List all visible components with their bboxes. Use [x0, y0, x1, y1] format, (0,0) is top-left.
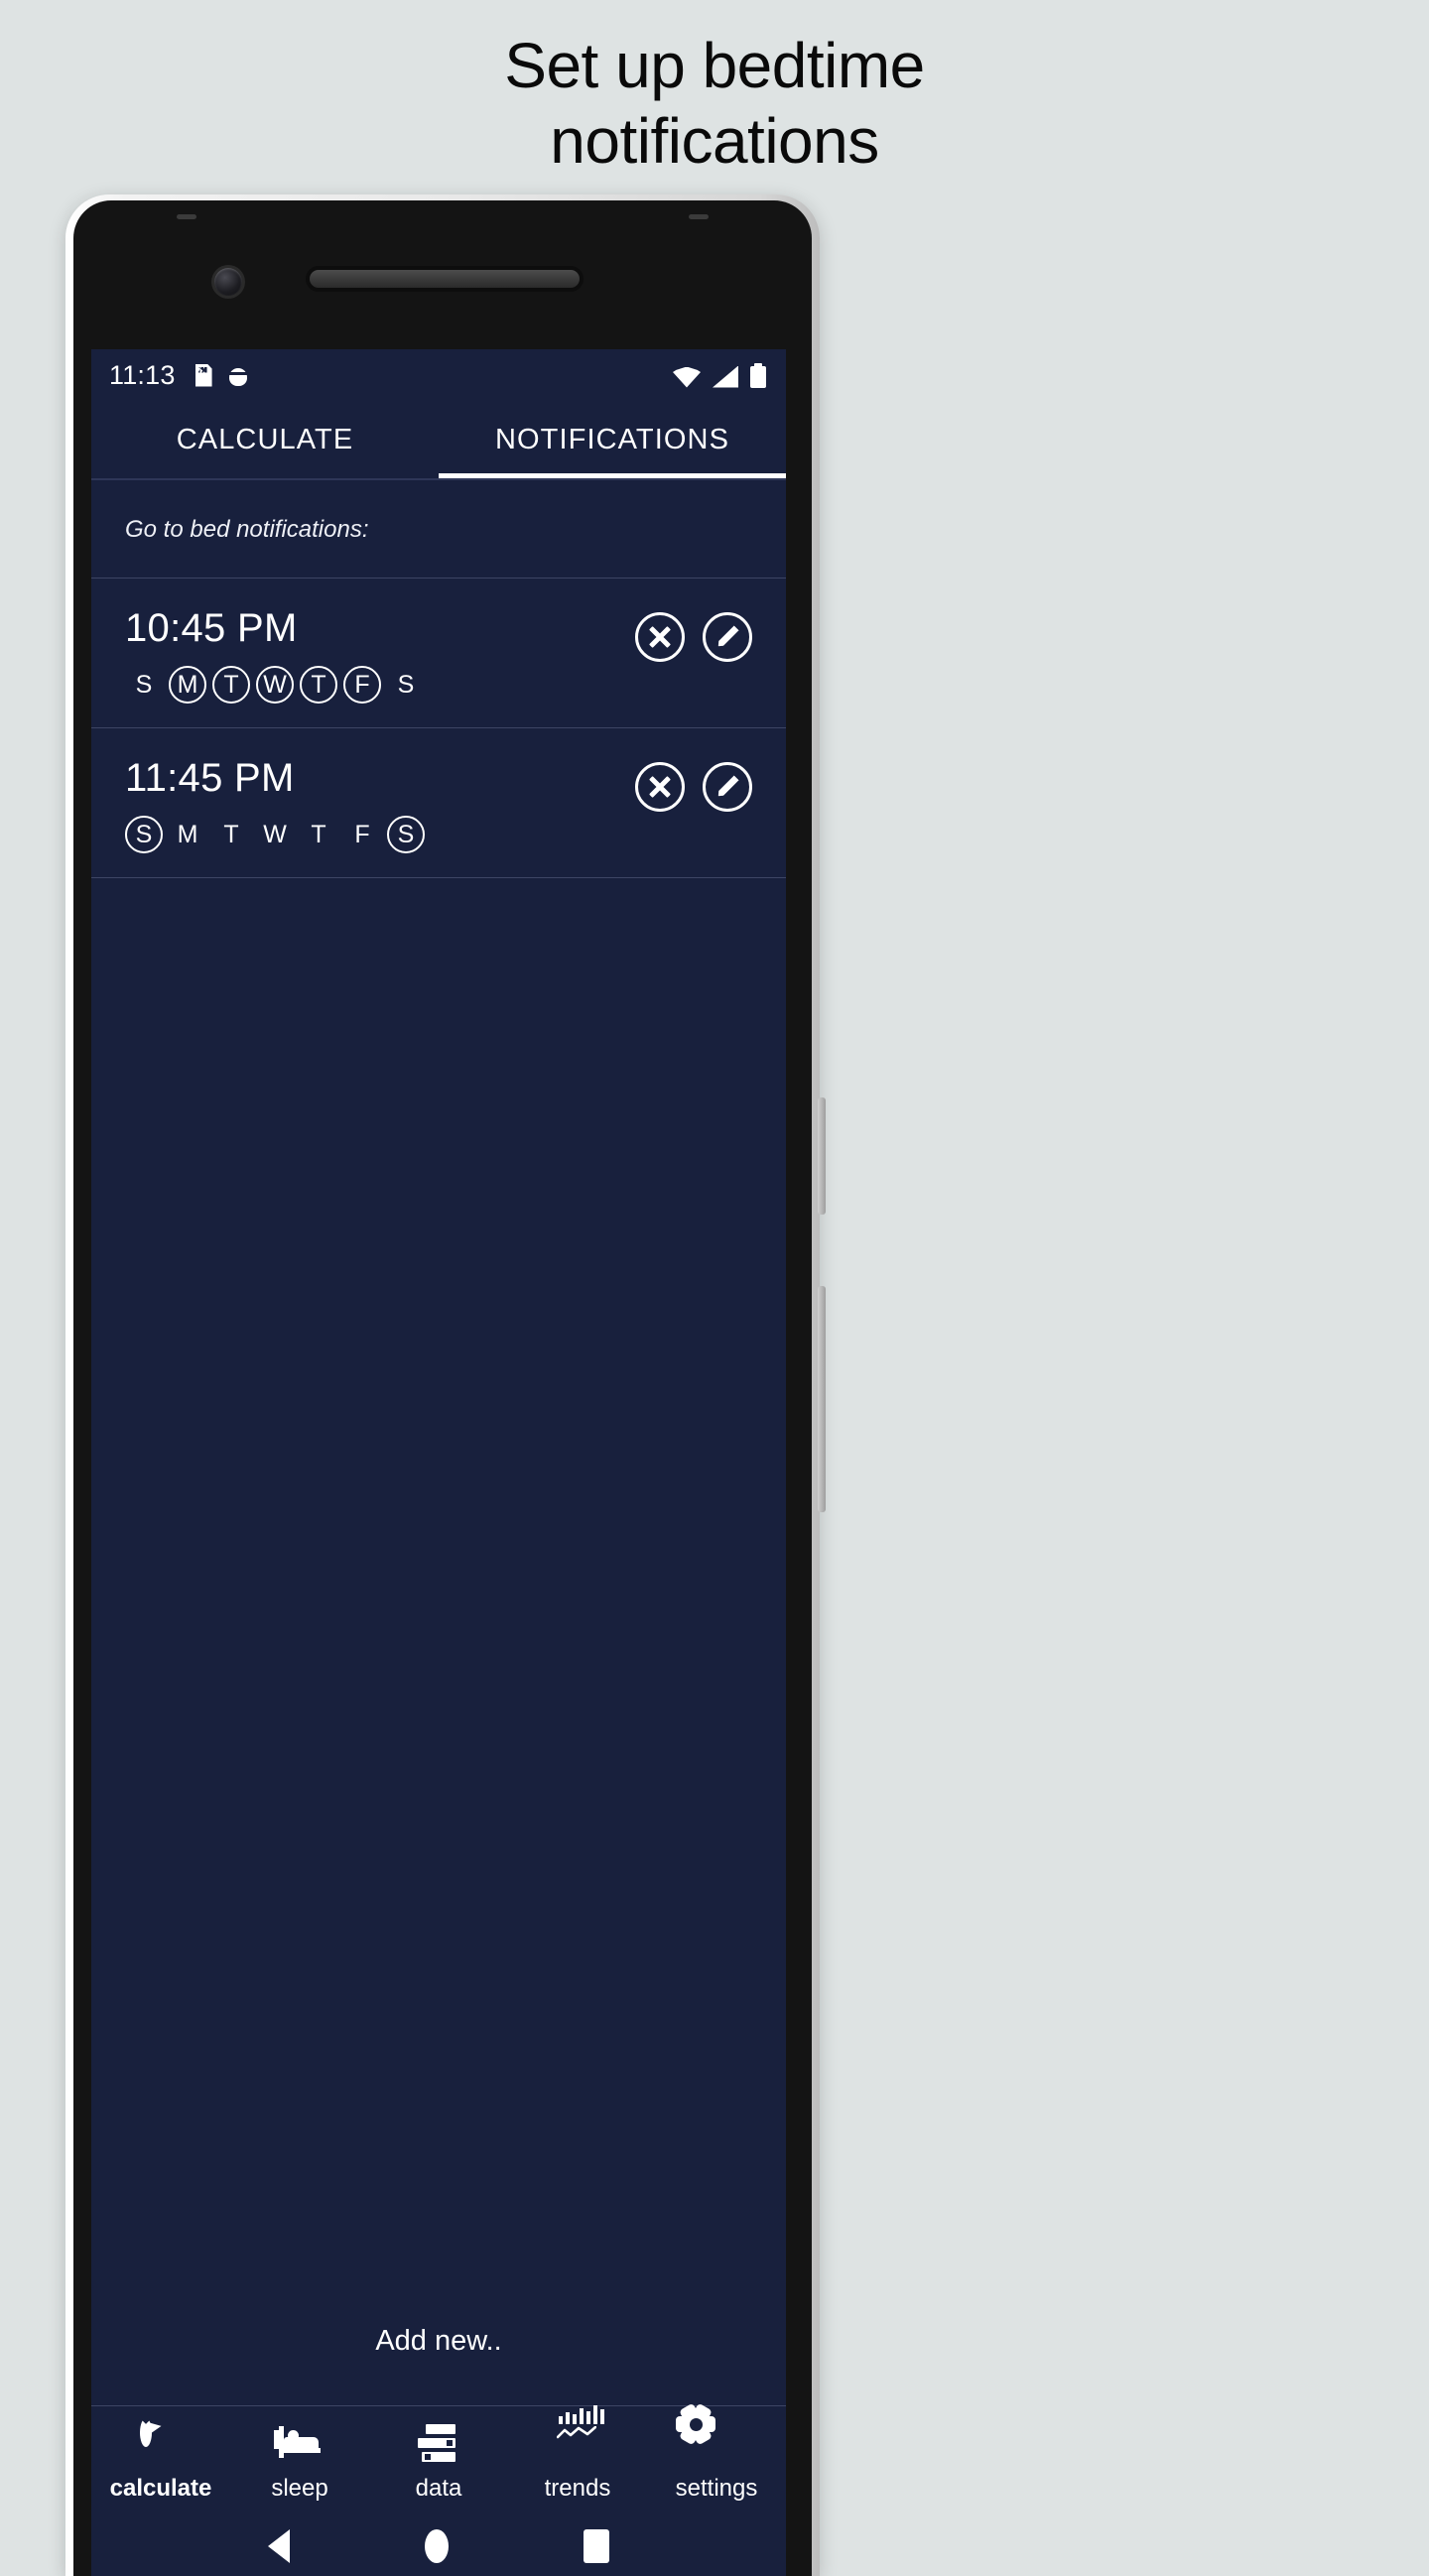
nav-item-calculate[interactable]: calculate	[91, 2418, 230, 2503]
cellular-signal-icon	[713, 365, 738, 388]
alarm-day[interactable]: W	[256, 666, 294, 704]
alarm-day[interactable]: T	[212, 816, 250, 853]
alarm-day[interactable]: S	[387, 816, 425, 853]
bottom-navigation: calculate sleep data trends settings	[91, 2402, 786, 2516]
tab-bar: CALCULATE NOTIFICATIONS	[91, 401, 786, 478]
status-bar-time: 11:13	[109, 359, 176, 390]
home-button[interactable]	[425, 2529, 449, 2563]
alarm-row[interactable]: 11:45 PM S M T W T F S	[91, 728, 786, 878]
status-bar: 11:13	[91, 349, 786, 401]
tab-active-indicator	[439, 473, 786, 478]
power-button[interactable]	[818, 1097, 826, 1215]
battery-icon	[750, 362, 766, 388]
nav-item-data[interactable]: data	[369, 2424, 508, 2503]
recents-button[interactable]	[584, 2529, 609, 2563]
alarm-day[interactable]: T	[300, 666, 337, 704]
nav-item-settings[interactable]: settings	[647, 2402, 786, 2503]
nav-label-settings: settings	[675, 2475, 758, 2502]
volume-button[interactable]	[818, 1286, 826, 1512]
phone-screen: 11:13 CALCULATE NOTIFICATIONS Go to bed …	[91, 349, 786, 2576]
delete-alarm-button[interactable]	[635, 762, 685, 812]
phone-mockup: 11:13 CALCULATE NOTIFICATIONS Go to bed …	[65, 194, 826, 2576]
page-title: Set up bedtime notifications	[0, 0, 1429, 179]
alarm-actions	[635, 612, 752, 662]
android-debug-icon	[227, 364, 248, 386]
tab-notifications-label: NOTIFICATIONS	[494, 423, 730, 455]
page-title-line-2: notifications	[550, 105, 879, 177]
edit-alarm-button[interactable]	[703, 762, 752, 812]
trend-line-icon	[557, 2426, 596, 2439]
tab-calculate[interactable]: CALCULATE	[91, 401, 439, 478]
sd-card-icon	[195, 364, 212, 387]
nav-label-trends: trends	[544, 2475, 611, 2502]
nav-label-calculate: calculate	[109, 2475, 212, 2502]
nav-label-sleep: sleep	[271, 2475, 328, 2502]
status-bar-left-icons	[195, 364, 248, 387]
add-new-button[interactable]: Add new..	[91, 2307, 786, 2405]
alarm-row[interactable]: 10:45 PM S M T W T F S	[91, 579, 786, 728]
alarm-day[interactable]: M	[169, 816, 206, 853]
alarm-day-selector[interactable]: S M T W T F S	[125, 666, 756, 704]
alarm-day[interactable]: F	[343, 816, 381, 853]
alarm-day[interactable]: S	[125, 666, 163, 704]
page-title-line-1: Set up bedtime	[504, 30, 925, 101]
alarm-actions	[635, 762, 752, 812]
earpiece-speaker-icon	[310, 270, 580, 288]
gear-icon	[676, 2402, 737, 2466]
alarm-day[interactable]: T	[212, 666, 250, 704]
status-bar-right-icons	[673, 362, 766, 388]
pencil-icon	[715, 625, 738, 648]
tab-calculate-label: CALCULATE	[176, 423, 354, 455]
bed-icon	[274, 2424, 321, 2466]
alarm-day[interactable]: T	[300, 816, 337, 853]
pencil-icon	[715, 775, 738, 798]
alarm-day[interactable]: M	[169, 666, 206, 704]
edit-alarm-button[interactable]	[703, 612, 752, 662]
empty-list-area	[91, 878, 786, 2307]
section-label: Go to bed notifications:	[91, 480, 786, 579]
alarm-day-selector[interactable]: S M T W T F S	[125, 816, 756, 853]
sensor-right-icon	[689, 214, 709, 219]
sensor-left-icon	[177, 214, 196, 219]
nav-item-sleep[interactable]: sleep	[230, 2424, 369, 2503]
wifi-icon	[673, 366, 701, 388]
alarm-day[interactable]: S	[125, 816, 163, 853]
list-icon	[418, 2424, 459, 2466]
android-navigation-bar	[91, 2516, 786, 2576]
refresh-icon	[140, 2418, 182, 2466]
tab-notifications[interactable]: NOTIFICATIONS	[439, 401, 786, 478]
delete-alarm-button[interactable]	[635, 612, 685, 662]
notifications-content: Go to bed notifications: 10:45 PM S M T …	[91, 480, 786, 2405]
front-camera-icon	[214, 268, 242, 296]
nav-label-data: data	[415, 2475, 462, 2502]
nav-item-trends[interactable]: trends	[508, 2405, 647, 2503]
alarm-day[interactable]: W	[256, 816, 294, 853]
back-button[interactable]	[268, 2529, 290, 2563]
alarm-day[interactable]: S	[387, 666, 425, 704]
chart-icon	[557, 2405, 604, 2466]
alarm-day[interactable]: F	[343, 666, 381, 704]
